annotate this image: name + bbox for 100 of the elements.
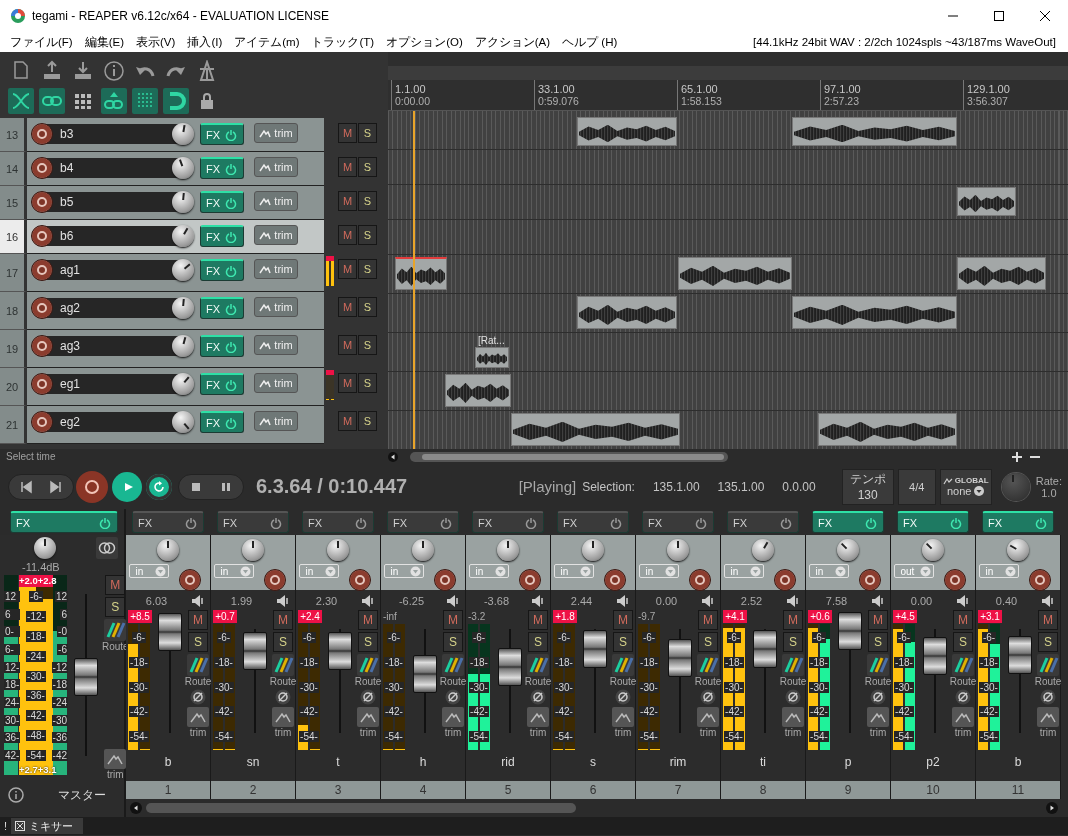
- solo-button[interactable]: S: [1038, 632, 1058, 652]
- solo-button[interactable]: S: [868, 632, 888, 652]
- routing-icon[interactable]: [357, 654, 379, 676]
- fader-thumb[interactable]: [923, 637, 947, 676]
- trim-button[interactable]: trim: [254, 297, 298, 317]
- audio-clip[interactable]: [957, 257, 1046, 290]
- audio-clip[interactable]: [511, 413, 680, 446]
- io-dropdown[interactable]: in: [298, 564, 339, 578]
- routing-icon[interactable]: [187, 654, 209, 676]
- volume-knob[interactable]: [172, 123, 194, 145]
- scroll-right-icon[interactable]: [1046, 802, 1058, 814]
- io-dropdown[interactable]: out: [893, 564, 934, 578]
- menu-item[interactable]: 編集(E): [78, 34, 131, 50]
- fader-thumb[interactable]: [243, 631, 267, 670]
- record-arm-button[interactable]: [179, 569, 201, 591]
- io-dropdown[interactable]: in: [978, 564, 1019, 578]
- fx-button[interactable]: FX: [10, 511, 118, 533]
- solo-button[interactable]: S: [698, 632, 718, 652]
- fader-thumb[interactable]: [838, 612, 862, 651]
- audio-clip[interactable]: [818, 413, 957, 446]
- solo-button[interactable]: S: [188, 632, 208, 652]
- fader-thumb[interactable]: [1008, 636, 1032, 674]
- fx-button[interactable]: FX: [132, 511, 204, 533]
- fader-thumb[interactable]: [328, 631, 352, 670]
- solo-button[interactable]: S: [273, 632, 293, 652]
- io-dropdown[interactable]: in: [213, 564, 254, 578]
- play-button[interactable]: [112, 471, 142, 502]
- trim-button[interactable]: trim: [254, 123, 298, 143]
- pan-knob[interactable]: [837, 539, 859, 561]
- zoom-in-icon[interactable]: [1012, 451, 1022, 462]
- dotted-grid-toggle[interactable]: [132, 88, 158, 114]
- io-dropdown[interactable]: in: [553, 564, 594, 578]
- trim-envelope-icon[interactable]: [104, 749, 127, 769]
- mute-button[interactable]: M: [338, 297, 357, 317]
- fx-button[interactable]: FX: [200, 191, 244, 213]
- record-arm-button[interactable]: [31, 259, 53, 281]
- fx-button[interactable]: FX: [642, 511, 714, 533]
- record-arm-button[interactable]: [1029, 569, 1051, 591]
- record-arm-button[interactable]: [31, 335, 53, 357]
- record-arm-button[interactable]: [31, 373, 53, 395]
- record-arm-button[interactable]: [31, 191, 53, 213]
- audio-clip[interactable]: [957, 187, 1016, 216]
- link-toggle[interactable]: [39, 88, 65, 114]
- solo-button[interactable]: S: [358, 225, 377, 245]
- speaker-icon[interactable]: [871, 594, 885, 608]
- speaker-icon[interactable]: [531, 594, 545, 608]
- mute-button[interactable]: M: [358, 610, 378, 630]
- volume-knob[interactable]: [172, 373, 194, 395]
- linked-loop-toggle[interactable]: [101, 88, 127, 114]
- menu-item[interactable]: トラック(T): [305, 34, 381, 50]
- ripple-edit-toggle[interactable]: [8, 88, 34, 114]
- phase-invert-icon[interactable]: [275, 689, 291, 705]
- trim-button[interactable]: trim: [254, 191, 298, 211]
- solo-button[interactable]: S: [105, 597, 126, 617]
- record-arm-button[interactable]: [774, 569, 796, 591]
- routing-icon[interactable]: [612, 654, 634, 676]
- phase-invert-icon[interactable]: [530, 689, 546, 705]
- menu-item[interactable]: アクション(A): [468, 34, 557, 50]
- mute-button[interactable]: M: [528, 610, 548, 630]
- record-arm-button[interactable]: [31, 411, 53, 433]
- fx-button[interactable]: FX: [387, 511, 459, 533]
- menu-item[interactable]: アイテム(m): [228, 34, 306, 50]
- fader-thumb[interactable]: [753, 629, 777, 668]
- fx-button[interactable]: FX: [897, 511, 969, 533]
- mute-button[interactable]: M: [338, 157, 357, 177]
- pan-knob[interactable]: [34, 537, 56, 559]
- repeat-button[interactable]: [146, 473, 172, 500]
- speaker-icon[interactable]: [786, 594, 800, 608]
- fx-button[interactable]: FX: [200, 297, 244, 319]
- volume-knob[interactable]: [172, 191, 194, 213]
- mute-button[interactable]: M: [338, 225, 357, 245]
- record-arm-button[interactable]: [31, 157, 53, 179]
- speaker-icon[interactable]: [361, 594, 375, 608]
- mute-button[interactable]: M: [443, 610, 463, 630]
- audio-clip[interactable]: [792, 296, 957, 329]
- trim-envelope-icon[interactable]: [272, 707, 294, 727]
- pan-knob[interactable]: [922, 539, 944, 561]
- solo-button[interactable]: S: [528, 632, 548, 652]
- mute-button[interactable]: M: [338, 191, 357, 211]
- pan-knob[interactable]: [157, 539, 179, 561]
- horizontal-scrollbar[interactable]: [146, 803, 576, 813]
- record-arm-button[interactable]: [349, 569, 371, 591]
- trim-button[interactable]: trim: [254, 373, 298, 393]
- pan-knob[interactable]: [327, 539, 349, 561]
- fader-thumb[interactable]: [158, 613, 182, 652]
- tempo-button[interactable]: テンポ 130: [841, 468, 894, 505]
- record-button[interactable]: [76, 470, 108, 503]
- pan-knob[interactable]: [1007, 539, 1029, 561]
- record-arm-button[interactable]: [264, 569, 286, 591]
- speaker-icon[interactable]: [1041, 594, 1055, 608]
- fx-button[interactable]: FX: [200, 373, 244, 395]
- time-signature-button[interactable]: 4/4: [897, 468, 936, 505]
- phase-invert-icon[interactable]: [615, 689, 631, 705]
- solo-button[interactable]: S: [783, 632, 803, 652]
- pan-knob[interactable]: [667, 539, 689, 561]
- fx-button[interactable]: FX: [200, 157, 244, 179]
- audio-clip[interactable]: [577, 296, 677, 329]
- record-arm-button[interactable]: [31, 297, 53, 319]
- phase-invert-icon[interactable]: [445, 689, 461, 705]
- scroll-left-icon[interactable]: [388, 451, 398, 462]
